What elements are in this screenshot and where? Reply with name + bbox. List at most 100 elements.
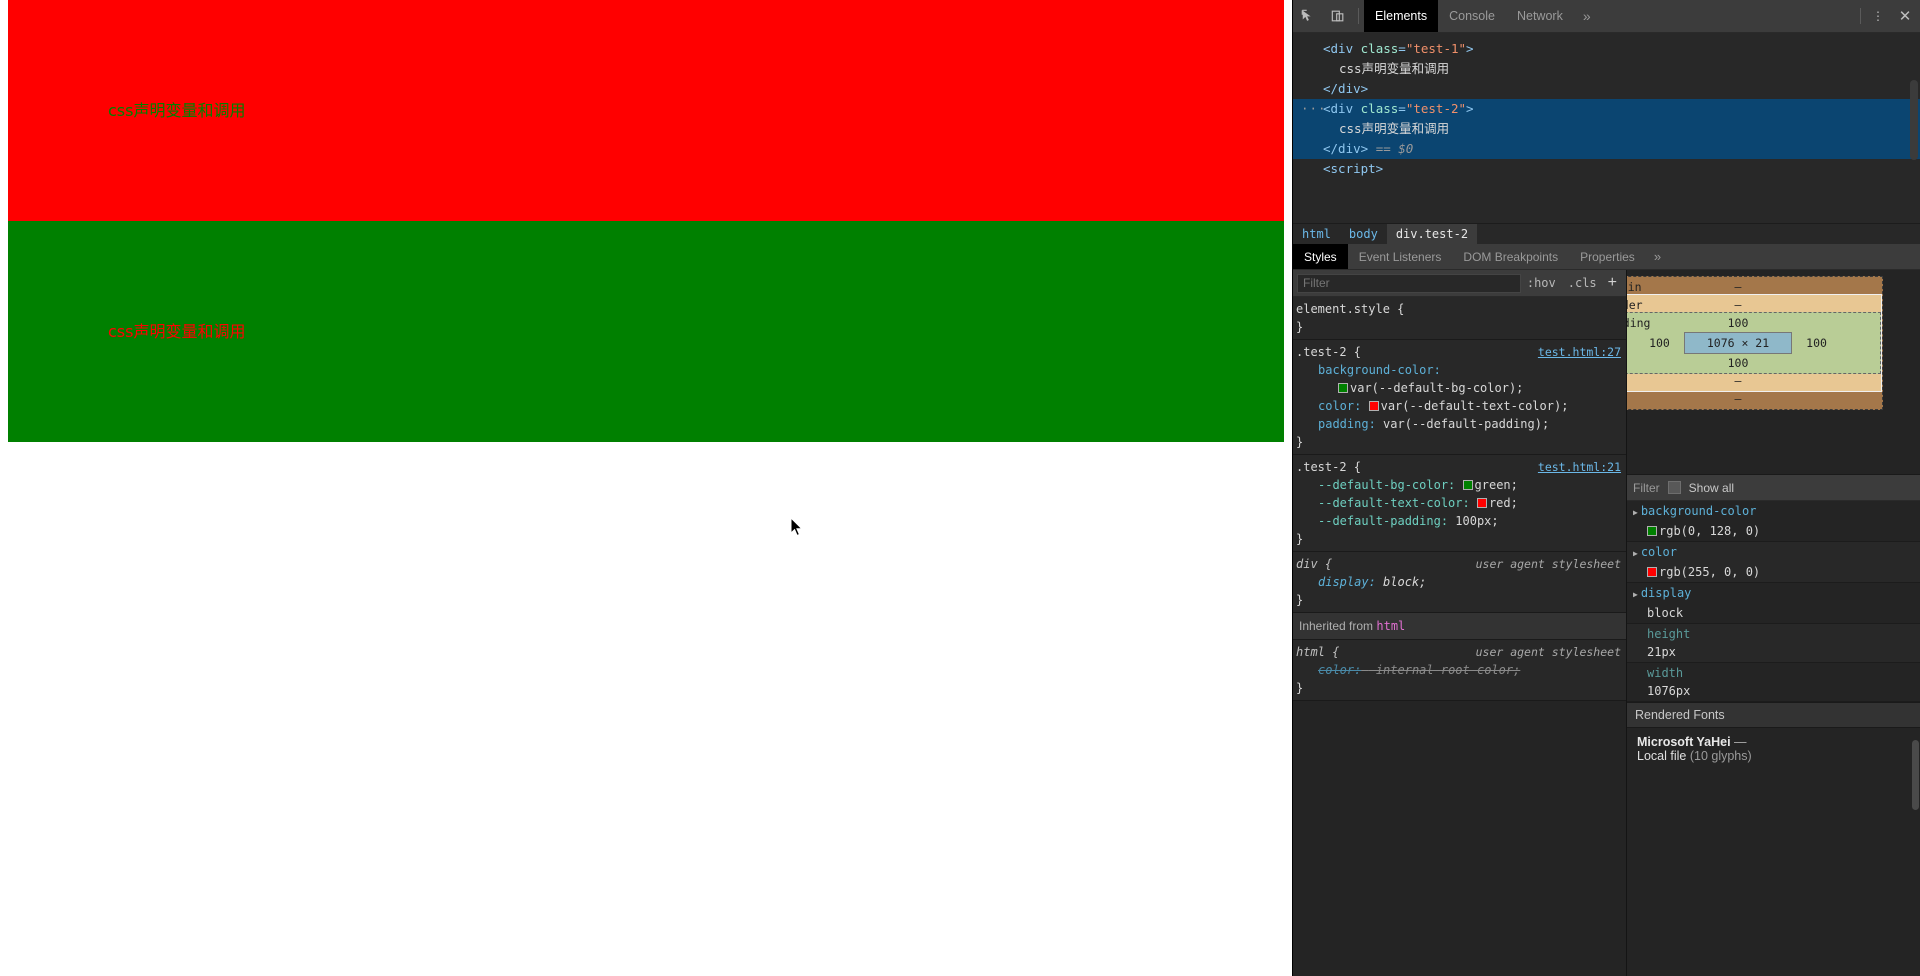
color-swatch-red[interactable] xyxy=(1368,401,1379,411)
dom-line-close[interactable]: </div> == $0 xyxy=(1293,139,1920,159)
box-model-border[interactable]: border – padding 100 100 1076 × 21 100 xyxy=(1627,294,1882,392)
styles-rules-list[interactable]: element.style { } .test-2 { test.html:27… xyxy=(1293,297,1626,976)
dom-tree-scrollbar-thumb[interactable] xyxy=(1910,80,1918,160)
css-origin-link[interactable]: test.html:21 xyxy=(1538,458,1621,476)
dom-text-node[interactable]: css声明变量和调用 xyxy=(1293,119,1920,139)
css-selector[interactable]: element.style { xyxy=(1296,300,1404,318)
css-declaration[interactable]: padding: var(--default-padding); xyxy=(1296,415,1626,433)
computed-filter-input[interactable]: Filter xyxy=(1633,481,1660,495)
inspect-element-icon[interactable] xyxy=(1293,0,1323,32)
tab-properties[interactable]: Properties xyxy=(1569,244,1646,269)
rendered-font-name: Microsoft YaHei xyxy=(1637,735,1731,749)
css-origin-link[interactable]: test.html:27 xyxy=(1538,343,1621,361)
dom-tree[interactable]: <div class="test-1"> css声明变量和调用 </div> ·… xyxy=(1293,33,1920,223)
color-swatch-green[interactable] xyxy=(1338,383,1348,393)
box-model-content-size[interactable]: 1076 × 21 xyxy=(1683,332,1793,354)
css-declaration[interactable]: background-color: xyxy=(1296,361,1626,379)
show-all-checkbox[interactable] xyxy=(1667,481,1681,494)
css-declaration[interactable]: --default-padding: 100px; xyxy=(1296,512,1626,530)
cls-toggle-button[interactable]: .cls xyxy=(1562,276,1603,290)
box-model-border-label: border xyxy=(1627,298,1643,312)
inherited-element-name[interactable]: html xyxy=(1376,619,1405,633)
dom-line-selected[interactable]: ··· <div class="test-2"> xyxy=(1293,99,1920,119)
box-model-margin[interactable]: margin – border – padding 100 100 xyxy=(1627,276,1883,410)
box-model-border-top-value[interactable]: – xyxy=(1735,298,1742,312)
rendered-font-glyph-count: (10 glyphs) xyxy=(1689,749,1752,763)
breadcrumb-item-html[interactable]: html xyxy=(1293,224,1340,245)
css-rule-html-ua[interactable]: html { user agent stylesheet color: -int… xyxy=(1293,640,1626,701)
css-declaration[interactable]: --default-bg-color: green; xyxy=(1296,476,1626,494)
box-model-padding[interactable]: padding 100 100 1076 × 21 100 100 xyxy=(1627,312,1881,374)
computed-property-height[interactable]: height 21px xyxy=(1627,624,1920,663)
dom-line-close[interactable]: </div> xyxy=(1293,79,1920,99)
css-declaration-overridden[interactable]: color: -internal-root-color; xyxy=(1296,661,1626,679)
css-rule-close: } xyxy=(1296,435,1304,449)
color-swatch-green[interactable] xyxy=(1462,480,1473,490)
css-declaration-value[interactable]: var(--default-bg-color); xyxy=(1296,379,1626,397)
css-origin-label: user agent stylesheet xyxy=(1475,645,1621,659)
css-rule-close: } xyxy=(1296,320,1304,334)
dom-line-script[interactable]: <script> xyxy=(1293,159,1920,179)
css-selector[interactable]: div { xyxy=(1296,555,1332,573)
show-all-label[interactable]: Show all xyxy=(1689,481,1734,495)
devtools-panel: Elements Console Network » ⋮ ✕ <div clas… xyxy=(1292,0,1920,976)
dom-tree-scrollbar[interactable] xyxy=(1909,33,1920,223)
box-model-padding-bottom-value[interactable]: 100 xyxy=(1627,356,1880,370)
box-model-margin-bottom-value[interactable]: – xyxy=(1627,392,1882,406)
css-declaration[interactable]: --default-text-color: red; xyxy=(1296,494,1626,512)
color-swatch-red[interactable] xyxy=(1647,567,1657,577)
styles-filter-input[interactable] xyxy=(1297,273,1521,293)
css-rule-test-2-usage[interactable]: .test-2 { test.html:27 background-color:… xyxy=(1293,340,1626,455)
toolbar-separator xyxy=(1358,8,1359,24)
computed-property-display[interactable]: ▶ display block xyxy=(1627,583,1920,624)
rendered-font-dash: — xyxy=(1734,735,1747,749)
css-selector[interactable]: .test-2 { xyxy=(1296,458,1361,476)
expand-ellipsis-icon[interactable]: ··· xyxy=(1301,99,1327,119)
expand-arrow-icon[interactable]: ▶ xyxy=(1633,549,1638,558)
css-rule-div-ua[interactable]: div { user agent stylesheet display: blo… xyxy=(1293,552,1626,613)
device-toolbar-icon[interactable] xyxy=(1323,0,1353,32)
styles-pane: :hov .cls + element.style { } xyxy=(1293,270,1627,976)
computed-properties-list[interactable]: ▶ background-color rgb(0, 128, 0) ▶ color … xyxy=(1627,501,1920,976)
computed-property-color[interactable]: ▶ color rgb(255, 0, 0) xyxy=(1627,542,1920,583)
close-icon[interactable]: ✕ xyxy=(1890,0,1920,32)
computed-property-background-color[interactable]: ▶ background-color rgb(0, 128, 0) xyxy=(1627,501,1920,542)
tab-network[interactable]: Network xyxy=(1506,0,1574,32)
css-rule-element-style[interactable]: element.style { } xyxy=(1293,297,1626,340)
inherited-section-header: Inherited from html xyxy=(1293,613,1626,640)
breadcrumb-item-div-test-2[interactable]: div.test-2 xyxy=(1386,223,1478,245)
tab-console[interactable]: Console xyxy=(1438,0,1506,32)
add-new-rule-button[interactable]: + xyxy=(1603,275,1622,291)
css-rule-close: } xyxy=(1296,681,1304,695)
computed-pane-scrollbar-thumb[interactable] xyxy=(1912,740,1919,810)
css-declaration[interactable]: color: var(--default-text-color); xyxy=(1296,397,1626,415)
dom-text-node[interactable]: css声明变量和调用 xyxy=(1293,59,1920,79)
css-selector[interactable]: html { xyxy=(1296,643,1339,661)
css-rule-close: } xyxy=(1296,593,1304,607)
tab-dom-breakpoints[interactable]: DOM Breakpoints xyxy=(1452,244,1569,269)
sidebar-more-tabs-chevron-icon[interactable]: » xyxy=(1646,244,1669,269)
box-model-padding-left-value[interactable]: 100 xyxy=(1649,336,1670,350)
computed-property-width[interactable]: width 1076px xyxy=(1627,663,1920,702)
expand-arrow-icon[interactable]: ▶ xyxy=(1633,590,1638,599)
box-model-border-bottom-value[interactable]: – xyxy=(1627,374,1881,388)
css-selector[interactable]: .test-2 { xyxy=(1296,343,1361,361)
breadcrumb-item-body[interactable]: body xyxy=(1340,224,1387,245)
box-model-margin-top-value[interactable]: – xyxy=(1735,280,1742,294)
hov-toggle-button[interactable]: :hov xyxy=(1521,276,1562,290)
color-swatch-green[interactable] xyxy=(1647,526,1657,536)
more-tabs-chevron-icon[interactable]: » xyxy=(1574,0,1600,32)
screen: css声明变量和调用 css声明变量和调用 Elements Console N… xyxy=(0,0,1920,976)
tab-elements[interactable]: Elements xyxy=(1364,0,1439,32)
css-rule-test-2-vars[interactable]: .test-2 { test.html:21 --default-bg-colo… xyxy=(1293,455,1626,552)
more-options-icon[interactable]: ⋮ xyxy=(1866,0,1890,32)
box-model-padding-right-value[interactable]: 100 xyxy=(1806,336,1827,350)
tab-event-listeners[interactable]: Event Listeners xyxy=(1348,244,1453,269)
expand-arrow-icon[interactable]: ▶ xyxy=(1633,508,1638,517)
dom-line[interactable]: <div class="test-1"> xyxy=(1293,39,1920,59)
tab-styles[interactable]: Styles xyxy=(1293,244,1348,269)
box-model-padding-top-value[interactable]: 100 xyxy=(1728,316,1749,330)
css-declaration[interactable]: display: block; xyxy=(1296,573,1626,591)
color-swatch-red[interactable] xyxy=(1476,498,1487,508)
